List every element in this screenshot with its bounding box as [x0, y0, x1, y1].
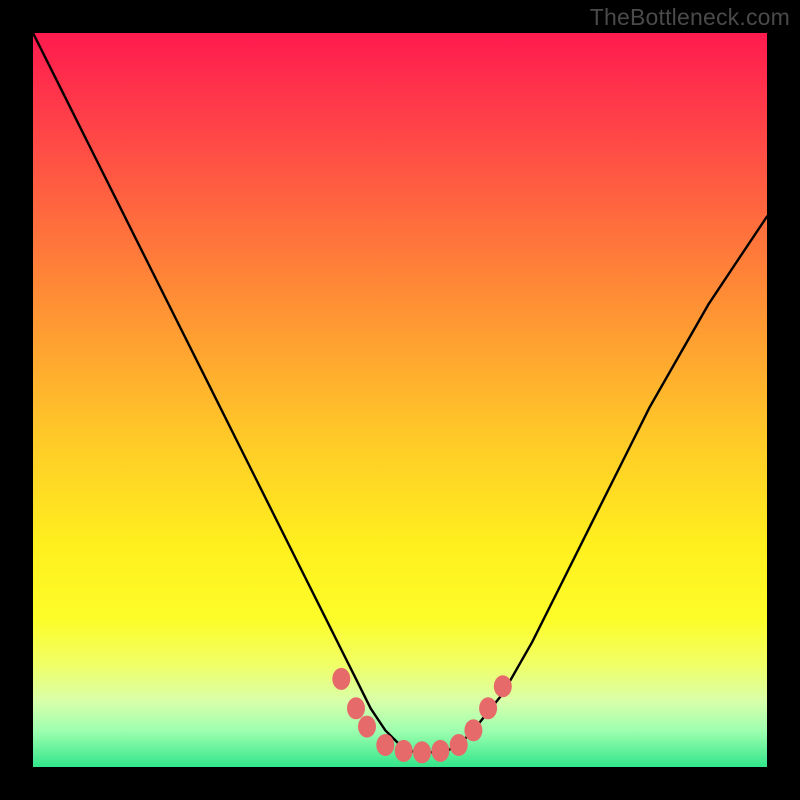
curve-marker — [358, 716, 376, 738]
bottleneck-curve — [33, 33, 767, 752]
curve-marker — [332, 668, 350, 690]
curve-marker — [464, 719, 482, 741]
curve-marker — [376, 734, 394, 756]
curve-marker — [413, 741, 431, 763]
watermark-text: TheBottleneck.com — [590, 4, 790, 31]
curve-marker — [479, 697, 497, 719]
curve-marker — [395, 740, 413, 762]
curve-marker — [431, 740, 449, 762]
plot-area — [33, 33, 767, 767]
chart-svg — [33, 33, 767, 767]
chart-frame: TheBottleneck.com — [0, 0, 800, 800]
curve-marker — [347, 697, 365, 719]
curve-marker — [450, 734, 468, 756]
curve-markers — [332, 668, 512, 763]
curve-marker — [494, 675, 512, 697]
